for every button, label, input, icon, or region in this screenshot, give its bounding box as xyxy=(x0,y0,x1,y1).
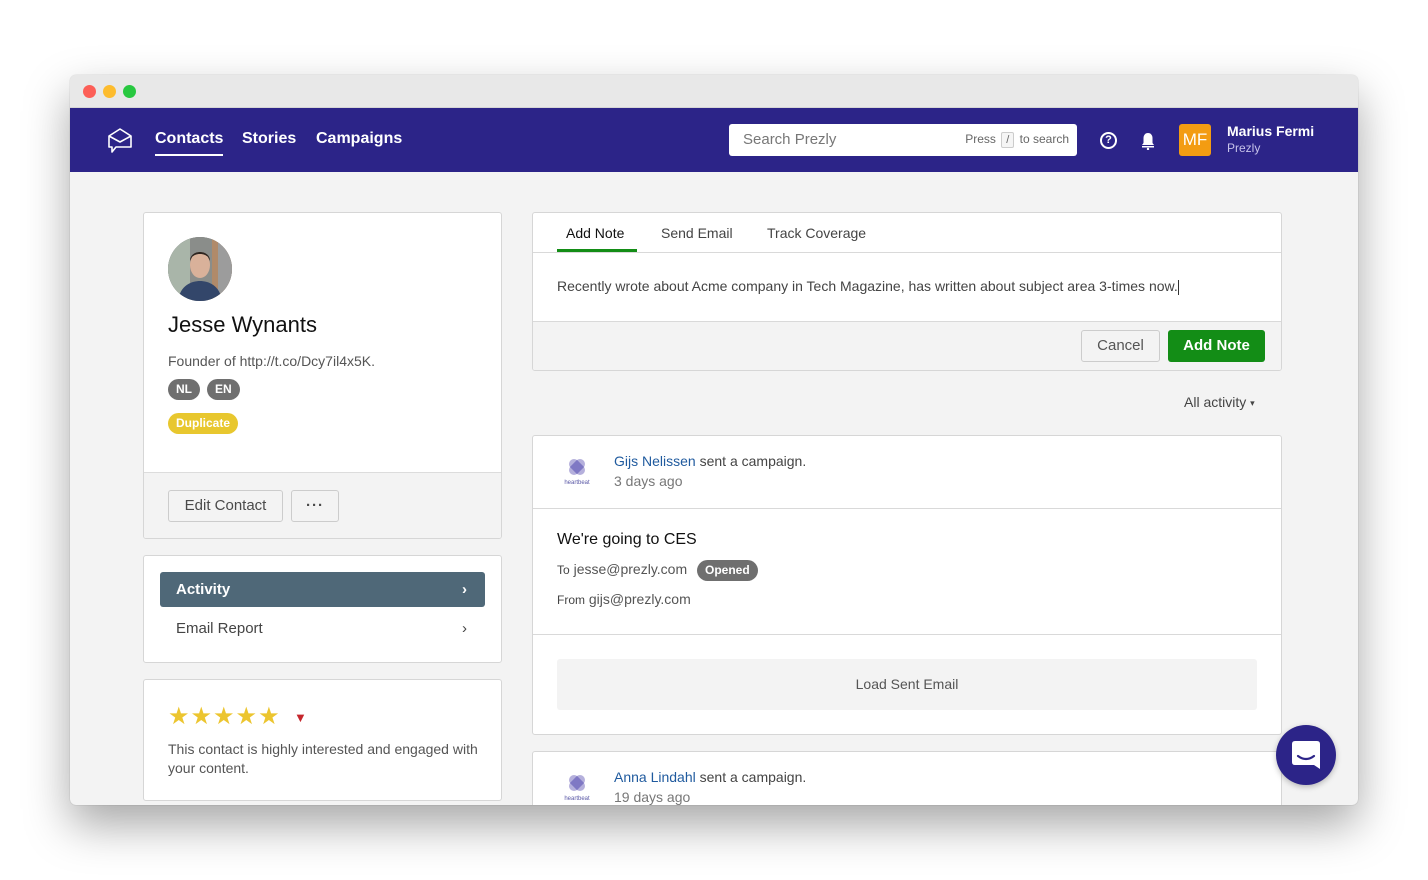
user-avatar[interactable]: MF xyxy=(1179,124,1211,156)
contact-title: Founder of http://t.co/Dcy7il4x5K. xyxy=(168,353,375,369)
heartbeat-logo-label: heartbeat xyxy=(564,480,590,486)
sender-line: From gijs@prezly.com xyxy=(557,591,691,607)
minimize-window-button[interactable] xyxy=(103,85,116,98)
cancel-button[interactable]: Cancel xyxy=(1081,330,1160,362)
actor-link[interactable]: Anna Lindahl xyxy=(614,769,696,785)
heartbeat-logo-icon: heartbeat xyxy=(557,772,597,805)
activity-timestamp: 19 days ago xyxy=(614,789,691,805)
star-rating[interactable]: ★★★★★ xyxy=(168,702,281,731)
user-name[interactable]: Marius Fermi xyxy=(1227,123,1314,139)
tab-track-coverage[interactable]: Track Coverage xyxy=(767,225,866,241)
campaign-subject: We're going to CES xyxy=(557,531,697,548)
tab-divider xyxy=(533,252,1281,253)
nav-campaigns[interactable]: Campaigns xyxy=(316,130,402,148)
to-label: To xyxy=(557,563,570,578)
nav-contacts[interactable]: Contacts xyxy=(155,130,224,156)
contact-profile-card: Jesse Wynants Founder of http://t.co/Dcy… xyxy=(143,212,502,539)
load-sent-email-button[interactable]: Load Sent Email xyxy=(557,659,1257,710)
sender-email: gijs@prezly.com xyxy=(588,591,691,607)
opened-status-badge: Opened xyxy=(697,560,758,581)
profile-actions: Edit Contact ··· xyxy=(144,472,501,538)
rating-description: This contact is highly interested and en… xyxy=(168,741,478,776)
tab-add-note[interactable]: Add Note xyxy=(566,225,624,241)
duplicate-badge[interactable]: Duplicate xyxy=(168,413,239,434)
chevron-right-icon: › xyxy=(462,581,467,598)
note-composer: Add Note Send Email Track Coverage Recen… xyxy=(532,212,1282,371)
heartbeat-logo-label: heartbeat xyxy=(564,796,590,802)
note-actions: Cancel Add Note xyxy=(533,321,1281,370)
activity-timestamp: 3 days ago xyxy=(614,473,683,489)
app-window: Contacts Stories Campaigns Press / to se… xyxy=(70,75,1358,805)
activity-actor-line: Gijs Nelissen sent a campaign. xyxy=(614,453,806,469)
side-menu-email-report[interactable]: Email Report › xyxy=(160,611,485,646)
language-badge-en: EN xyxy=(207,379,240,400)
note-textarea[interactable]: Recently wrote about Acme company in Tec… xyxy=(557,278,1257,295)
bell-icon[interactable] xyxy=(1140,132,1156,150)
user-organization: Prezly xyxy=(1227,141,1261,155)
chat-widget-button[interactable] xyxy=(1276,725,1336,785)
edit-contact-button[interactable]: Edit Contact xyxy=(168,490,283,522)
nav-stories[interactable]: Stories xyxy=(242,130,296,148)
prezly-logo-icon[interactable] xyxy=(107,126,133,154)
caret-down-icon: ▾ xyxy=(1250,397,1255,408)
activity-filter-dropdown[interactable]: All activity ▾ xyxy=(1184,394,1255,410)
search-box: Press / to search xyxy=(729,124,1077,156)
search-hint-prefix: Press xyxy=(965,132,996,146)
search-shortcut-key: / xyxy=(1001,132,1015,148)
activity-header: heartbeat Gijs Nelissen sent a campaign.… xyxy=(533,436,1281,509)
help-icon[interactable]: ? xyxy=(1100,132,1117,149)
search-hint: Press / to search xyxy=(965,132,1069,148)
search-hint-suffix: to search xyxy=(1019,132,1069,146)
activity-filter-label: All activity xyxy=(1184,394,1247,410)
tab-send-email[interactable]: Send Email xyxy=(661,225,733,241)
language-badge-nl: NL xyxy=(168,379,200,400)
maximize-window-button[interactable] xyxy=(123,85,136,98)
top-navbar: Contacts Stories Campaigns Press / to se… xyxy=(70,108,1358,172)
title-bar xyxy=(70,75,1358,108)
engagement-rating-card: ★★★★★ ▼ This contact is highly intereste… xyxy=(143,679,502,801)
add-note-button[interactable]: Add Note xyxy=(1168,330,1265,362)
activity-item: heartbeat Gijs Nelissen sent a campaign.… xyxy=(532,435,1282,735)
activity-item: heartbeat Anna Lindahl sent a campaign. … xyxy=(532,751,1282,805)
from-label: From xyxy=(557,593,585,607)
actor-link[interactable]: Gijs Nelissen xyxy=(614,453,696,469)
activity-action: sent a campaign. xyxy=(699,769,807,785)
chevron-right-icon: › xyxy=(462,620,467,637)
more-options-button[interactable]: ··· xyxy=(291,490,339,522)
side-menu-email-report-label: Email Report xyxy=(176,620,263,637)
chat-bubble-icon xyxy=(1292,741,1320,769)
side-menu-activity[interactable]: Activity › xyxy=(160,572,485,607)
activity-actor-line: Anna Lindahl sent a campaign. xyxy=(614,769,806,785)
recipient-line: To jesse@prezly.com Opened xyxy=(557,560,758,581)
search-input[interactable] xyxy=(743,131,943,148)
contact-photo xyxy=(168,237,232,301)
activity-divider xyxy=(533,634,1281,635)
side-menu-activity-label: Activity xyxy=(176,581,231,598)
activity-action: sent a campaign. xyxy=(699,453,807,469)
heartbeat-logo-icon: heartbeat xyxy=(557,456,597,490)
recipient-email: jesse@prezly.com xyxy=(573,561,688,578)
contact-side-menu: Activity › Email Report › xyxy=(143,555,502,663)
contact-name: Jesse Wynants xyxy=(168,312,317,337)
text-cursor xyxy=(1177,279,1179,295)
note-text-value: Recently wrote about Acme company in Tec… xyxy=(557,278,1178,294)
close-window-button[interactable] xyxy=(83,85,96,98)
rating-dropdown-caret-icon[interactable]: ▼ xyxy=(294,710,307,725)
